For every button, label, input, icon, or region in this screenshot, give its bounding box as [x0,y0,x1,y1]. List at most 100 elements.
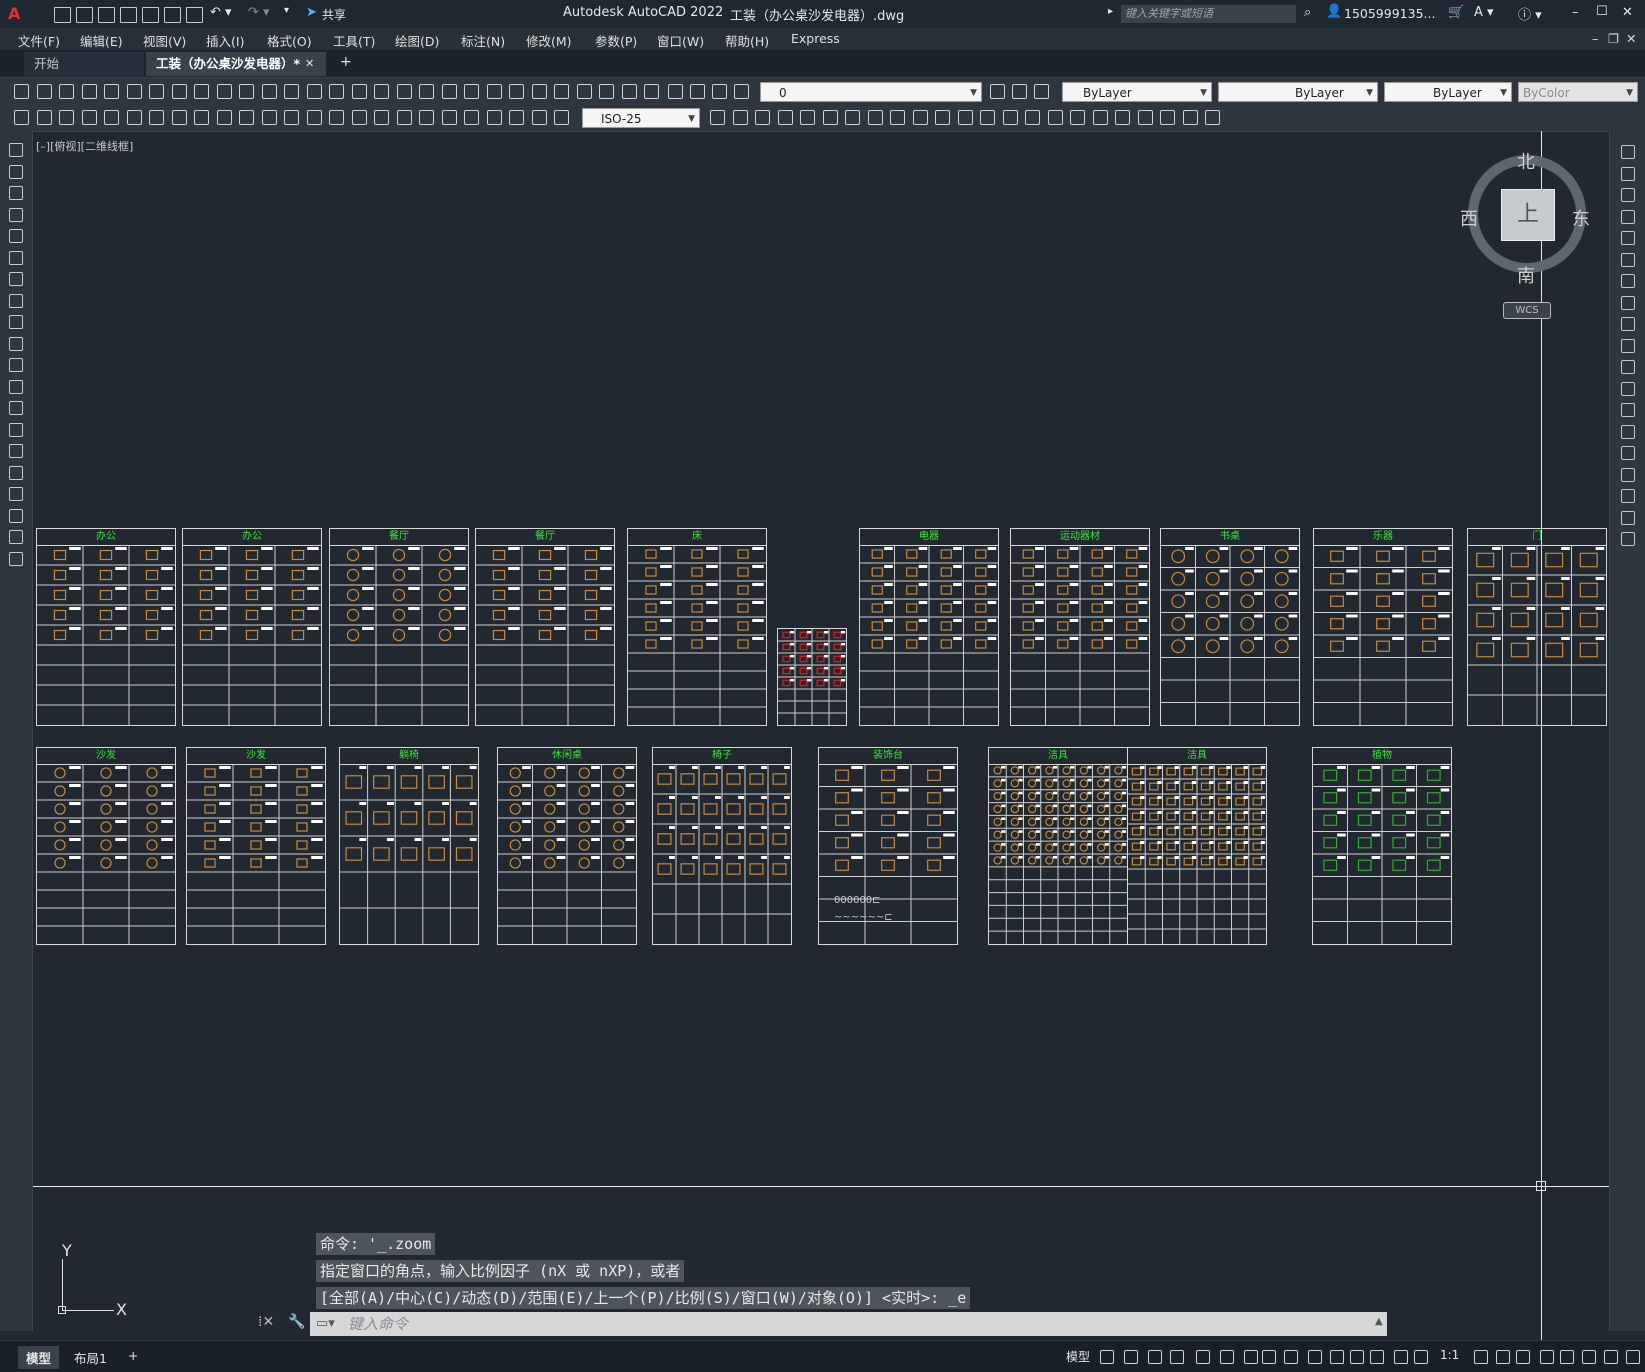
toolbar2-tool-33-icon[interactable] [868,110,883,125]
doc-restore-button[interactable]: ❐ [1608,31,1619,46]
menu-view[interactable]: 视图(V) [143,31,186,50]
toolbar2-tool-41-icon[interactable] [1048,110,1063,125]
toolbar1-tool-35-icon[interactable] [1012,84,1027,99]
user-icon[interactable]: 👤 [1326,4,1342,19]
window-minimize-button[interactable]: – [1572,5,1579,20]
command-customize-icon[interactable]: 🔧 [288,1314,305,1330]
autocad-logo-icon[interactable]: A [8,5,24,23]
toolbar1-tool-21-icon[interactable] [464,84,479,99]
model-space-button[interactable]: 模型 [1058,1346,1098,1367]
toolbar2-tool-13-icon[interactable] [284,110,299,125]
toolbar1-tool-32-icon[interactable] [712,84,727,99]
status-toggle-12-icon[interactable] [1350,1350,1364,1364]
modify-tool-7-icon[interactable] [1621,274,1635,288]
toolbar1-tool-19-icon[interactable] [419,84,434,99]
add-layout-button[interactable]: + [120,1346,146,1365]
modify-tool-19-icon[interactable] [1621,532,1635,546]
toolbar1-tool-25-icon[interactable] [554,84,569,99]
search-icon[interactable]: ⌕ [1304,5,1311,20]
new-tab-button[interactable]: + [340,54,352,70]
toolbar2-tool-24-icon[interactable] [532,110,547,125]
share-icon[interactable]: ➤ [306,5,317,20]
toolbar2-tool-48-icon[interactable] [1205,110,1220,125]
compass-east[interactable]: 东 [1572,205,1590,231]
draw-tool-18-icon[interactable] [9,509,23,523]
draw-tool-2-icon[interactable] [9,165,23,179]
toolbar2-tool-21-icon[interactable] [464,110,479,125]
modify-tool-3-icon[interactable] [1621,188,1635,202]
toolbar2-tool-29-icon[interactable] [778,110,793,125]
toolbar2-tool-31-icon[interactable] [823,110,838,125]
user-name[interactable]: 1505999135... [1344,6,1435,21]
drawing-sheet[interactable]: 椅子 [652,747,792,945]
menu-edit[interactable]: 编辑(E) [80,31,123,50]
toolbar1-tool-5-icon[interactable] [104,84,119,99]
drawing-sheet[interactable]: 办公 [182,528,322,726]
toolbar2-tool-39-icon[interactable] [1003,110,1018,125]
status-toggle-19-icon[interactable] [1540,1350,1554,1364]
open-from-web-icon[interactable] [142,7,159,23]
toolbar1-tool-15-icon[interactable] [329,84,344,99]
toolbar2-tool-34-icon[interactable] [890,110,905,125]
draw-tool-15-icon[interactable] [9,444,23,458]
menu-file[interactable]: 文件(F) [18,31,60,50]
status-toggle-23-icon[interactable] [1626,1350,1640,1364]
toolbar2-tool-47-icon[interactable] [1183,110,1198,125]
modify-tool-2-icon[interactable] [1621,167,1635,181]
plotstyle-combo[interactable]: ByColor ▼ [1518,82,1638,102]
toolbar2-tool-40-icon[interactable] [1025,110,1040,125]
status-toggle-2-icon[interactable] [1124,1350,1138,1364]
drawing-sheet[interactable]: 运动器材 [1010,528,1150,726]
draw-tool-11-icon[interactable] [9,358,23,372]
redo-icon[interactable]: ↷ ▾ [248,5,270,20]
menu-parametric[interactable]: 参数(P) [595,31,637,50]
toolbar1-tool-28-icon[interactable] [622,84,637,99]
toolbar2-tool-45-icon[interactable] [1138,110,1153,125]
modify-tool-10-icon[interactable] [1621,339,1635,353]
lineweight-combo[interactable]: ByLayer ▼ [1384,82,1512,102]
infocenter-toggle-icon[interactable]: ▸ [1108,6,1113,17]
autodesk-app-icon[interactable]: A ▾ [1474,5,1494,20]
save-icon[interactable] [98,7,115,23]
toolbar2-tool-27-icon[interactable] [733,110,748,125]
menu-tools[interactable]: 工具(T) [333,31,375,50]
cart-icon[interactable]: 🛒 [1448,5,1464,20]
toolbar2-tool-3-icon[interactable] [59,110,74,125]
status-toggle-18-icon[interactable] [1516,1350,1530,1364]
dimstyle-combo[interactable]: ISO-25 ▼ [582,108,700,128]
toolbar2-tool-17-icon[interactable] [374,110,389,125]
toolbar2-tool-35-icon[interactable] [913,110,928,125]
status-toggle-4-icon[interactable] [1170,1350,1184,1364]
toolbar1-tool-31-icon[interactable] [690,84,705,99]
toolbar2-tool-19-icon[interactable] [419,110,434,125]
draw-tool-14-icon[interactable] [9,423,23,437]
draw-tool-10-icon[interactable] [9,337,23,351]
menu-draw[interactable]: 绘图(D) [395,31,439,50]
drawing-sheet[interactable]: 餐厅 [329,528,469,726]
drawing-sheet[interactable]: 休闲桌 [497,747,637,945]
viewport-controls-label[interactable]: [–][俯视][二维线框] [36,138,133,154]
toolbar1-tool-30-icon[interactable] [668,84,683,99]
toolbar1-tool-26-icon[interactable] [577,84,592,99]
drawing-sheet[interactable]: 书桌 [1160,528,1300,726]
toolbar2-tool-9-icon[interactable] [194,110,209,125]
toolbar1-tool-2-icon[interactable] [37,84,52,99]
modify-tool-15-icon[interactable] [1621,446,1635,460]
status-toggle-8-icon[interactable] [1262,1350,1276,1364]
layer-combo[interactable]: 0 ▼ [760,82,982,102]
draw-tool-4-icon[interactable] [9,208,23,222]
viewcube-top-face[interactable]: 上 [1501,189,1555,241]
toolbar2-tool-2-icon[interactable] [37,110,52,125]
toolbar2-tool-42-icon[interactable] [1070,110,1085,125]
toolbar1-tool-34-icon[interactable] [990,84,1005,99]
linetype-combo[interactable]: ByLayer ▼ [1218,82,1378,102]
modify-tool-11-icon[interactable] [1621,360,1635,374]
drawing-sheet[interactable]: 沙发 [186,747,326,945]
status-toggle-16-icon[interactable] [1474,1350,1488,1364]
status-toggle-20-icon[interactable] [1560,1350,1574,1364]
modify-tool-14-icon[interactable] [1621,425,1635,439]
toolbar1-tool-11-icon[interactable] [239,84,254,99]
save-to-web-icon[interactable] [164,7,181,23]
toolbar1-tool-17-icon[interactable] [374,84,389,99]
toolbar1-tool-14-icon[interactable] [307,84,322,99]
